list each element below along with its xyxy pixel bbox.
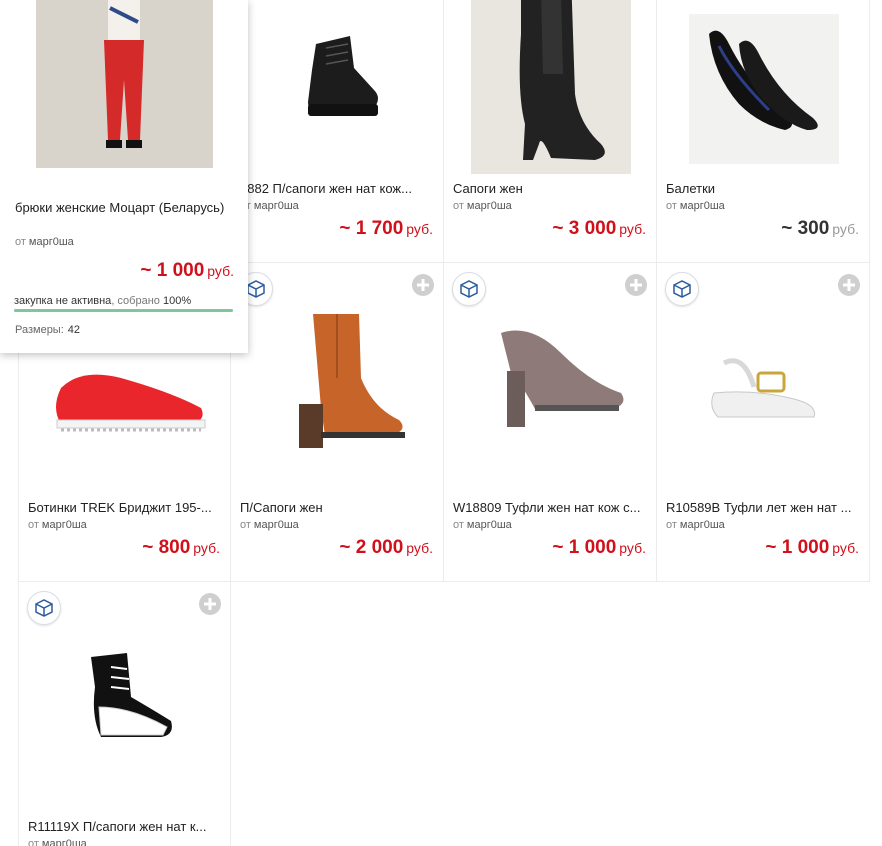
seller-link[interactable]: марг0ша	[680, 519, 725, 531]
product-price: ~ 2 000 руб.	[339, 537, 433, 558]
product-hover-popup[interactable]: брюки женские Моцарт (Беларусь) от марг0ш…	[0, 0, 248, 353]
product-card[interactable]: R10589B Туфли лет жен нат ... от марг0ша …	[657, 263, 870, 582]
add-plus-icon[interactable]	[837, 273, 861, 297]
seller-label: отмарг0ша	[28, 838, 87, 846]
seller-link[interactable]: марг0ша	[42, 838, 87, 846]
progress-fill	[14, 309, 233, 312]
seller-link[interactable]: марг0ша	[467, 200, 512, 212]
product-title[interactable]: П/Сапоги жен	[240, 500, 435, 515]
product-title[interactable]: R10589B Туфли лет жен нат ...	[666, 500, 861, 515]
seller-link[interactable]: марг0ша	[42, 519, 87, 531]
product-price: ~ 300 руб.	[781, 218, 859, 239]
seller-label: отмарг0ша	[240, 200, 299, 212]
seller-link[interactable]: марг0ша	[467, 519, 512, 531]
product-card[interactable]: Сапоги жен от марг0ша ~ 3 000 руб.	[444, 0, 657, 263]
product-title[interactable]: Ботинки TREK Бриджит 195-...	[28, 500, 222, 515]
product-image[interactable]	[657, 0, 870, 174]
product-title[interactable]: 9882 П/сапоги жен нат кож...	[240, 181, 435, 196]
add-plus-icon[interactable]	[411, 273, 435, 297]
product-title[interactable]: W18809 Туфли жен нат кож с...	[453, 500, 648, 515]
package-box-icon[interactable]	[27, 591, 61, 625]
product-price: ~ 800 руб.	[142, 537, 220, 558]
product-price: ~ 1 000 руб.	[765, 537, 859, 558]
seller-label: отмарг0ша	[453, 200, 512, 212]
product-image[interactable]	[231, 0, 444, 174]
product-image[interactable]	[444, 0, 657, 174]
product-price: ~ 3 000 руб.	[552, 218, 646, 239]
purchase-status: закупка не активна, собрано 100%	[14, 295, 192, 307]
product-title[interactable]: брюки женские Моцарт (Беларусь)	[15, 198, 235, 217]
product-price: ~ 1 000 руб.	[552, 537, 646, 558]
product-card[interactable]: Балетки от марг0ша ~ 300 руб.	[657, 0, 870, 263]
seller-link[interactable]: марг0ша	[29, 236, 74, 248]
add-plus-icon[interactable]	[198, 592, 222, 616]
package-box-icon[interactable]	[665, 272, 699, 306]
product-card[interactable]: 9882 П/сапоги жен нат кож... отмарг0ша ~…	[231, 0, 444, 263]
product-price: ~ 1 700 руб.	[339, 218, 433, 239]
seller-label: отмарг0ша	[666, 200, 725, 212]
product-title[interactable]: R11119X П/сапоги жен нат к...	[28, 819, 222, 834]
product-card[interactable]: R11119X П/сапоги жен нат к... от марг0ша	[18, 582, 231, 846]
product-title[interactable]: Сапоги жен	[453, 181, 648, 196]
product-image[interactable]	[36, 0, 213, 168]
product-card[interactable]: П/Сапоги жен от марг0ша ~ 2 000 руб.	[231, 263, 444, 582]
add-plus-icon[interactable]	[624, 273, 648, 297]
product-price: ~ 1 000 руб.	[140, 260, 234, 281]
seller-link[interactable]: марг0ша	[680, 200, 725, 212]
seller-link[interactable]: марг0ша	[254, 519, 299, 531]
seller-label: отмарг0ша	[15, 236, 74, 248]
seller-label: отмарг0ша	[240, 519, 299, 531]
seller-label: отмарг0ша	[666, 519, 725, 531]
product-card[interactable]: W18809 Туфли жен нат кож с... от марг0ша …	[444, 263, 657, 582]
seller-link[interactable]: марг0ша	[254, 200, 299, 212]
seller-label: отмарг0ша	[28, 519, 87, 531]
sizes-info: Размеры: 42	[15, 324, 81, 336]
collected-progress-bar	[14, 309, 233, 312]
package-box-icon[interactable]	[452, 272, 486, 306]
product-title[interactable]: Балетки	[666, 181, 861, 196]
seller-label: отмарг0ша	[453, 519, 512, 531]
